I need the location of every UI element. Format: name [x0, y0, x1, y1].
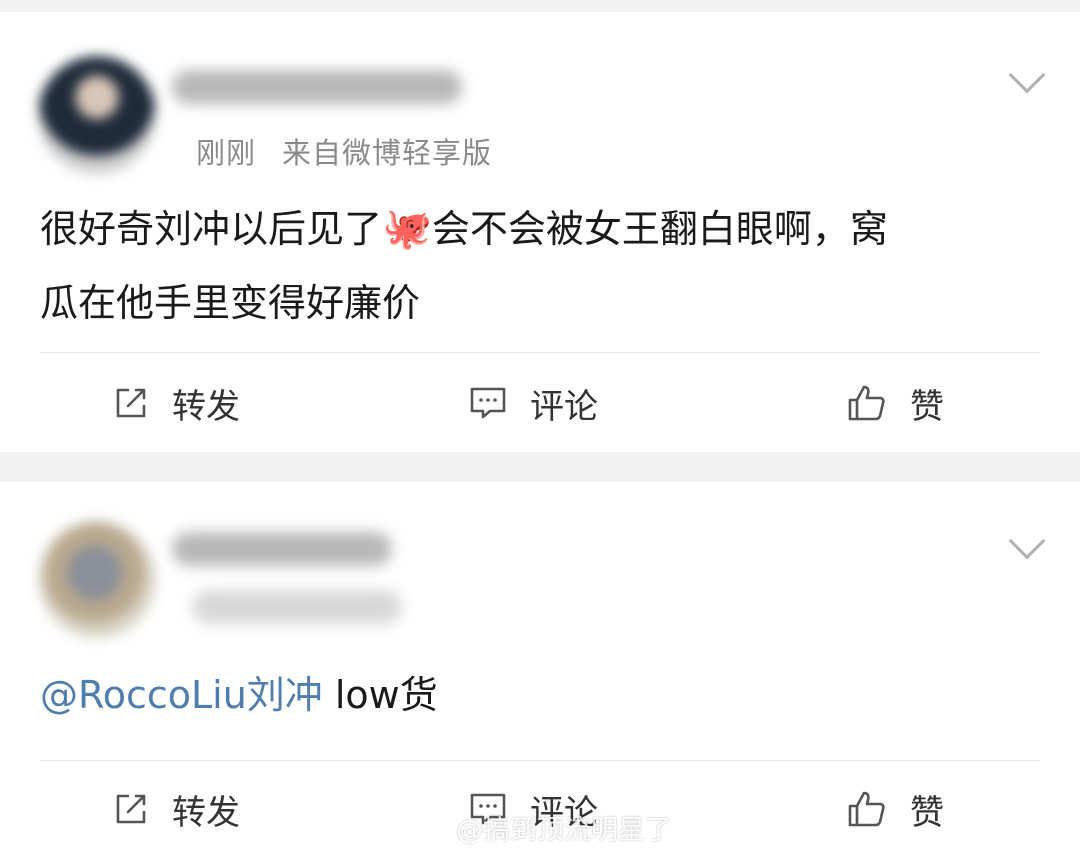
post-content: 很好奇刘冲以后见了🐙会不会被女王翻白眼啊，窝 瓜在他手里变得好廉价 [40, 192, 1040, 340]
comment-icon [470, 387, 506, 419]
like-label: 赞 [910, 792, 944, 833]
comment-button[interactable]: 评论 [468, 358, 598, 448]
post-meta-blurred [192, 590, 402, 624]
post-meta: 刚刚 来自微博轻享版 [196, 130, 492, 172]
post-text: low货 [322, 673, 438, 717]
watermark-text: @搞到顶流明星了 [456, 815, 672, 846]
post-text: 很好奇刘冲以后见了 [40, 207, 383, 251]
post-time: 刚刚 [196, 136, 257, 170]
like-label: 赞 [910, 386, 944, 427]
post-text: 会不会被女王翻白眼啊，窝 [431, 207, 888, 251]
weibo-logo-icon [419, 816, 451, 841]
divider [40, 352, 1040, 353]
chevron-down-icon[interactable] [1008, 522, 1046, 560]
repost-label: 转发 [172, 386, 240, 427]
username-blurred[interactable] [172, 532, 392, 566]
repost-button[interactable]: 转发 [112, 764, 240, 854]
octopus-emoji: 🐙 [382, 206, 432, 252]
repost-button[interactable]: 转发 [112, 358, 240, 448]
repost-icon [116, 794, 146, 824]
like-button[interactable]: 赞 [846, 358, 944, 448]
post-source: 来自微博轻享版 [282, 136, 493, 170]
comment-label: 评论 [530, 386, 598, 427]
post-card: @RoccoLiu刘冲 low货 转发 评论 赞 [0, 482, 1080, 858]
avatar[interactable] [38, 520, 156, 638]
thumbs-up-icon [848, 791, 885, 827]
username-blurred[interactable] [172, 70, 462, 104]
divider [40, 760, 1040, 761]
watermark: @搞到顶流明星了 [418, 808, 672, 847]
avatar[interactable] [38, 56, 156, 174]
repost-icon [116, 388, 146, 418]
action-bar: 转发 评论 赞 [0, 358, 1080, 448]
post-text: 瓜在他手里变得好廉价 [40, 281, 421, 325]
mention-link[interactable]: @RoccoLiu刘冲 [40, 673, 323, 717]
like-button[interactable]: 赞 [846, 764, 944, 854]
repost-label: 转发 [172, 792, 240, 833]
post-card: 刚刚 来自微博轻享版 很好奇刘冲以后见了🐙会不会被女王翻白眼啊，窝 瓜在他手里变得… [0, 12, 1080, 452]
chevron-down-icon[interactable] [1008, 56, 1046, 94]
post-content: @RoccoLiu刘冲 low货 [40, 658, 1040, 732]
thumbs-up-icon [848, 385, 885, 421]
